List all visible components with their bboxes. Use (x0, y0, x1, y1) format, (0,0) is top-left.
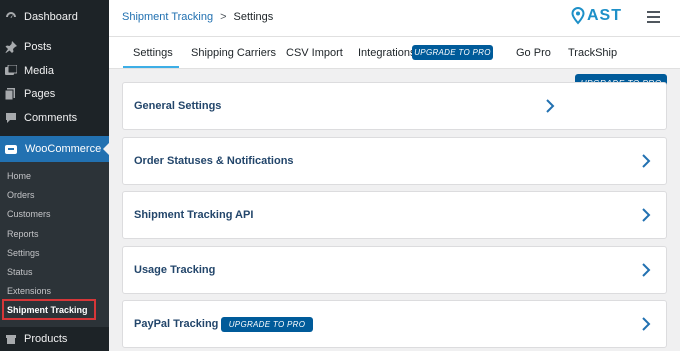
card-title: General Settings (134, 100, 222, 112)
submenu-orders[interactable]: Orders (7, 190, 35, 200)
location-pin-icon (571, 7, 585, 25)
sidebar-item-pages[interactable]: Pages (0, 82, 109, 106)
tab-go-pro[interactable]: Go Pro (516, 47, 551, 59)
integrations-pro-badge[interactable]: UPGRADE TO PRO (412, 45, 493, 60)
sidebar-item-posts[interactable]: Posts (0, 35, 109, 59)
sidebar-item-label: WooCommerce (25, 143, 102, 155)
pages-icon (5, 88, 17, 100)
sidebar-item-label: Media (24, 65, 54, 77)
submenu-customers[interactable]: Customers (7, 209, 51, 219)
ast-logo: AST (571, 7, 622, 25)
hamburger-menu-icon[interactable] (647, 11, 660, 23)
submenu-shipment-tracking[interactable]: Shipment Tracking (2, 299, 96, 320)
media-icon (5, 65, 17, 77)
sidebar-item-dashboard[interactable]: Dashboard (0, 5, 109, 29)
breadcrumb-current: Settings (233, 11, 274, 23)
comment-icon (5, 112, 17, 124)
submenu-reports[interactable]: Reports (7, 229, 39, 239)
card-title: Usage Tracking (134, 264, 216, 276)
tab-settings[interactable]: Settings (133, 47, 173, 59)
tab-csv-import[interactable]: CSV Import (286, 47, 343, 59)
card-title: Shipment Tracking API (134, 209, 254, 221)
chevron-right-icon (641, 208, 651, 222)
chevron-right-icon (641, 154, 651, 168)
sidebar-item-label: Dashboard (24, 11, 78, 23)
card-order-statuses[interactable]: Order Statuses & Notifications (122, 137, 667, 185)
active-tab-indicator (123, 66, 179, 68)
woo-icon (5, 144, 17, 154)
sidebar-item-woocommerce[interactable]: WooCommerce (0, 136, 109, 162)
card-general-settings[interactable]: General Settings (122, 82, 667, 130)
paypal-pro-badge[interactable]: UPGRADE TO PRO (221, 317, 313, 332)
sidebar-item-label: Posts (24, 41, 52, 53)
breadcrumb-separator: > (220, 11, 227, 23)
chevron-right-icon (641, 317, 651, 331)
tab-trackship[interactable]: TrackShip (568, 47, 617, 59)
card-shipment-tracking-api[interactable]: Shipment Tracking API (122, 191, 667, 239)
sidebar-item-comments[interactable]: Comments (0, 106, 109, 130)
logo-text: AST (587, 7, 622, 24)
card-paypal-tracking[interactable]: PayPal Tracking UPGRADE TO PRO (122, 300, 667, 348)
sidebar-item-label: Products (24, 333, 68, 345)
card-title: PayPal Tracking (134, 318, 219, 330)
submenu-home[interactable]: Home (7, 171, 31, 181)
sidebar-item-label: Comments (24, 112, 78, 124)
dashboard-icon (5, 11, 17, 23)
settings-tabs: Settings Shipping Carriers CSV Import In… (109, 37, 680, 69)
tab-integrations[interactable]: Integrations (358, 47, 415, 59)
sidebar-item-media[interactable]: Media (0, 59, 109, 83)
card-usage-tracking[interactable]: Usage Tracking (122, 246, 667, 294)
admin-sidebar: Dashboard Posts Media Pages Comments Woo… (0, 0, 109, 351)
breadcrumb: Shipment Tracking > Settings (122, 11, 273, 23)
sidebar-item-label: Pages (24, 88, 56, 100)
submenu-status[interactable]: Status (7, 267, 33, 277)
submenu-extensions[interactable]: Extensions (7, 286, 51, 296)
submenu-settings[interactable]: Settings (7, 248, 40, 258)
chevron-right-icon (641, 263, 651, 277)
chevron-right-icon (545, 99, 555, 113)
active-menu-notch (103, 143, 109, 155)
breadcrumb-link[interactable]: Shipment Tracking (122, 11, 213, 23)
sidebar-item-products[interactable]: Products (0, 327, 109, 351)
pin-icon (5, 41, 17, 53)
products-icon (5, 333, 17, 345)
page-header: Shipment Tracking > Settings AST (109, 0, 680, 37)
tab-shipping-carriers[interactable]: Shipping Carriers (191, 47, 276, 59)
card-title: Order Statuses & Notifications (134, 155, 294, 167)
